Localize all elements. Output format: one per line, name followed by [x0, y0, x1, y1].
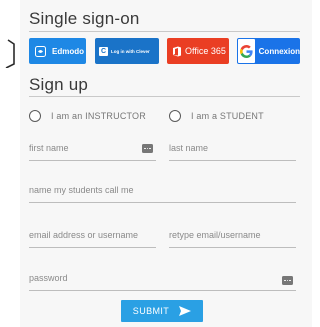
- office-icon: [172, 46, 182, 57]
- submit-button[interactable]: SUBMIT: [121, 300, 203, 322]
- google-login-button[interactable]: Connexion: [237, 38, 300, 64]
- role-student[interactable]: I am a STUDENT: [169, 110, 264, 122]
- email-placeholder: email address or username: [29, 230, 139, 240]
- student-radio[interactable]: [169, 110, 181, 122]
- office-label: Office 365: [185, 46, 226, 56]
- nickname-field[interactable]: name my students call me: [29, 183, 296, 203]
- instructor-label: I am an INSTRUCTOR: [51, 111, 146, 121]
- office365-login-button[interactable]: Office 365: [167, 38, 229, 64]
- send-arrow-icon: [179, 306, 192, 316]
- nickname-placeholder: name my students call me: [29, 185, 134, 195]
- google-label: Connexion: [258, 46, 300, 56]
- edmodo-label: Edmodo: [52, 46, 84, 56]
- edmodo-icon: [35, 45, 46, 57]
- clever-login-button[interactable]: C Log in with Clever: [95, 38, 159, 64]
- bracket-mark-icon: [5, 39, 15, 68]
- password-key-icon[interactable]: [282, 276, 293, 285]
- first-name-placeholder: first name: [29, 143, 69, 153]
- retype-email-placeholder: retype email/username: [169, 230, 261, 240]
- last-name-field[interactable]: last name: [169, 141, 296, 161]
- last-name-placeholder: last name: [169, 143, 209, 153]
- role-instructor[interactable]: I am an INSTRUCTOR: [29, 110, 146, 122]
- first-name-field[interactable]: first name: [29, 141, 156, 161]
- signup-divider: [29, 96, 300, 97]
- submit-label: SUBMIT: [132, 306, 170, 316]
- email-field[interactable]: email address or username: [29, 228, 156, 248]
- clever-label: Log in with Clever: [111, 48, 150, 54]
- sso-divider: [29, 31, 300, 32]
- student-label: I am a STUDENT: [191, 111, 264, 121]
- google-icon: [238, 39, 255, 63]
- clever-icon: C: [99, 46, 108, 56]
- instructor-radio[interactable]: [29, 110, 41, 122]
- password-placeholder: password: [29, 273, 68, 283]
- edmodo-login-button[interactable]: Edmodo: [29, 38, 86, 64]
- signup-title: Sign up: [29, 75, 89, 94]
- password-field[interactable]: password: [29, 271, 296, 291]
- sso-title: Single sign-on: [29, 9, 140, 28]
- autofill-key-icon[interactable]: [142, 144, 153, 153]
- retype-email-field[interactable]: retype email/username: [169, 228, 296, 248]
